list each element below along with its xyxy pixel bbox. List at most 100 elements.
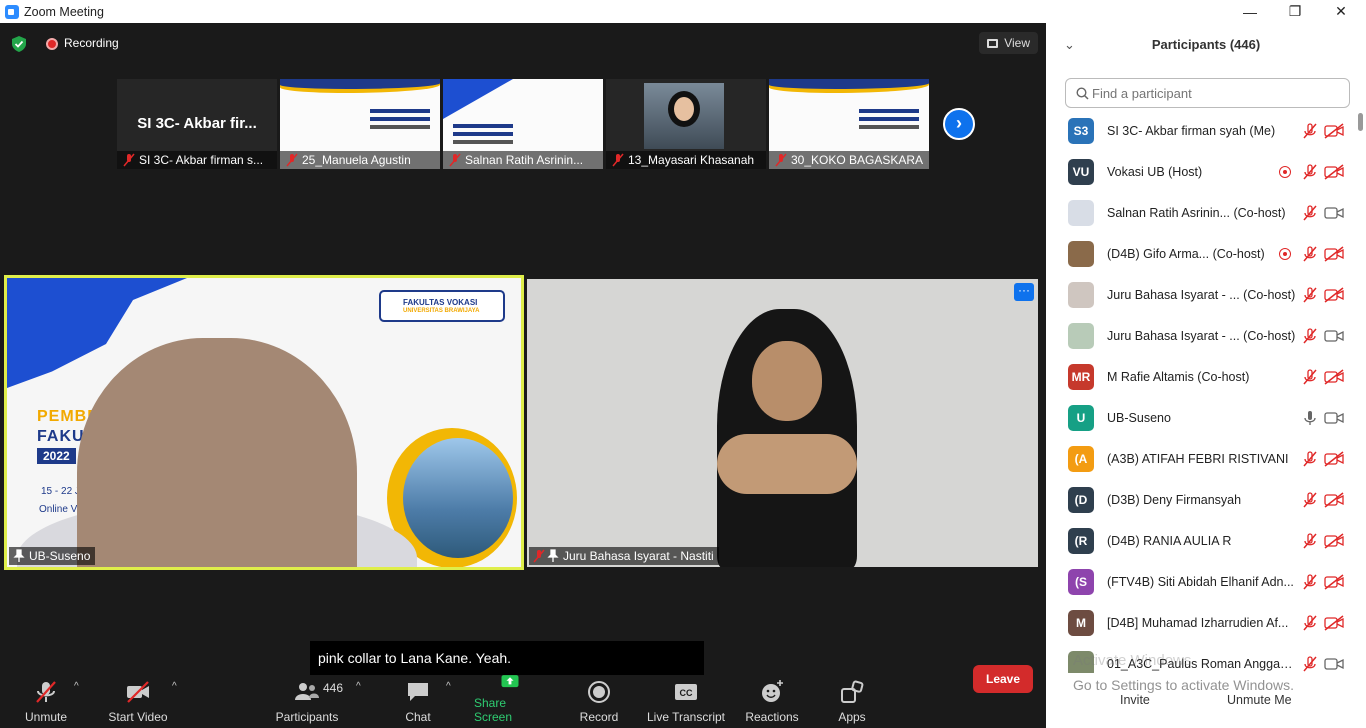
live-transcript-button[interactable]: CC Live Transcript	[646, 673, 726, 728]
next-page-arrow-icon[interactable]: ›	[943, 108, 975, 140]
mic-off-icon[interactable]	[1302, 451, 1318, 467]
thumbnail-tile[interactable]: 13_Mayasari Khasanah	[606, 79, 766, 169]
mic-off-icon[interactable]	[1302, 328, 1318, 344]
activate-windows-watermark: Activate Windows	[1073, 652, 1192, 669]
video-off-icon[interactable]	[1324, 287, 1344, 303]
shield-icon[interactable]	[12, 36, 26, 52]
mic-off-icon[interactable]	[1302, 492, 1318, 508]
leave-button[interactable]: Leave	[973, 665, 1033, 693]
video-off-icon[interactable]	[1324, 451, 1344, 467]
participant-row[interactable]: S3 SI 3C- Akbar firman syah (Me)	[1046, 111, 1356, 152]
scrollbar[interactable]	[1356, 111, 1364, 671]
video-off-icon[interactable]	[1324, 246, 1344, 262]
thumbnail-tile[interactable]: Salnan Ratih Asrinin...	[443, 79, 603, 169]
mic-off-icon[interactable]	[1302, 656, 1318, 672]
video-off-icon[interactable]	[1324, 123, 1344, 139]
participant-row[interactable]: M [D4B] Muhamad Izharrudien Af...	[1046, 603, 1356, 644]
start-video-label: Start Video	[108, 710, 168, 724]
participant-row[interactable]: Salnan Ratih Asrinin... (Co-host)	[1046, 193, 1356, 234]
chevron-up-icon[interactable]: ^	[74, 681, 79, 692]
speaker-head	[77, 338, 357, 567]
apps-label: Apps	[838, 710, 866, 724]
reactions-label: Reactions	[745, 710, 799, 724]
avatar: (A	[1068, 446, 1094, 472]
tile-name-text: UB-Suseno	[29, 549, 91, 563]
thumbnail-tile[interactable]: 30_KOKO BAGASKARA	[769, 79, 929, 169]
participant-search[interactable]	[1065, 78, 1350, 108]
mic-off-icon[interactable]	[1302, 369, 1318, 385]
mic-off-icon[interactable]	[1302, 123, 1318, 139]
thumbnail-tile[interactable]: 25_Manuela Agustin	[280, 79, 440, 169]
video-off-icon[interactable]	[1324, 533, 1344, 549]
invite-button[interactable]: Invite	[1120, 693, 1150, 707]
mic-off-icon[interactable]	[1302, 574, 1318, 590]
video-on-icon[interactable]	[1324, 328, 1344, 344]
mic-off-icon[interactable]	[1302, 164, 1318, 180]
minimize-button[interactable]: —	[1227, 0, 1273, 23]
participants-count: 446	[323, 681, 344, 695]
zoom-app-icon	[5, 4, 19, 19]
scrollbar-thumb[interactable]	[1358, 113, 1363, 131]
video-on-icon[interactable]	[1324, 205, 1344, 221]
participant-row[interactable]: MR M Rafie Altamis (Co-host)	[1046, 357, 1356, 398]
active-speaker-tile[interactable]: FAKULTAS VOKASI UNIVERSITAS BRAWIJAYA PE…	[4, 275, 524, 570]
video-on-icon[interactable]	[1324, 656, 1344, 672]
participant-name: Juru Bahasa Isyarat - ... (Co-host)	[1107, 288, 1296, 302]
unmute-button[interactable]: Unmute	[22, 673, 70, 728]
participant-video	[644, 83, 724, 149]
video-off-icon[interactable]	[1324, 369, 1344, 385]
participant-name: (FTV4B) Siti Abidah Elhanif Adn...	[1107, 575, 1294, 589]
apps-button[interactable]: Apps	[836, 673, 868, 728]
chevron-up-icon[interactable]: ^	[172, 681, 177, 692]
sharing-indicator-icon	[1279, 248, 1291, 260]
panel-title: Participants (446)	[1151, 37, 1261, 52]
maximize-button[interactable]: ❐	[1272, 0, 1318, 23]
mic-off-icon[interactable]	[1302, 246, 1318, 262]
close-button[interactable]: ✕	[1318, 0, 1364, 23]
video-off-icon[interactable]	[1324, 492, 1344, 508]
participant-row[interactable]: (R (D4B) RANIA AULIA R	[1046, 521, 1356, 562]
mic-off-icon[interactable]	[1302, 533, 1318, 549]
mic-off-icon	[612, 153, 624, 167]
view-button[interactable]: View	[979, 32, 1038, 54]
avatar	[1068, 323, 1094, 349]
search-input[interactable]	[1092, 83, 1342, 103]
video-off-icon[interactable]	[1324, 615, 1344, 631]
participant-row[interactable]: Juru Bahasa Isyarat - ... (Co-host)	[1046, 275, 1356, 316]
video-tile[interactable]: ··· Juru Bahasa Isyarat - Nastiti	[527, 279, 1038, 567]
tile-name-label: Juru Bahasa Isyarat - Nastiti	[529, 547, 719, 565]
participant-row[interactable]: VU Vokasi UB (Host)	[1046, 152, 1356, 193]
meeting-toolbar: Unmute ^ Start Video ^ Participants 446 …	[0, 673, 1046, 728]
participant-row[interactable]: (S (FTV4B) Siti Abidah Elhanif Adn...	[1046, 562, 1356, 603]
chat-button[interactable]: Chat	[403, 673, 433, 728]
chevron-up-icon[interactable]: ^	[356, 681, 361, 692]
unmute-me-button[interactable]: Unmute Me	[1227, 693, 1292, 707]
mic-off-icon[interactable]	[1302, 205, 1318, 221]
chevron-up-icon[interactable]: ^	[446, 681, 451, 692]
thumbnail-name: Salnan Ratih Asrinin...	[443, 151, 603, 169]
start-video-button[interactable]: Start Video	[108, 673, 168, 728]
share-screen-button[interactable]: Share Screen	[474, 673, 546, 728]
record-button[interactable]: Record	[579, 673, 619, 728]
video-off-icon[interactable]	[1324, 164, 1344, 180]
video-off-icon[interactable]	[1324, 574, 1344, 590]
participant-row[interactable]: U UB-Suseno	[1046, 398, 1356, 439]
participant-row[interactable]: (D (D3B) Deny Firmansyah	[1046, 480, 1356, 521]
mic-off-icon	[449, 153, 461, 167]
mic-off-icon[interactable]	[1302, 615, 1318, 631]
pin-icon	[13, 549, 25, 562]
logo-text: FAKULTAS VOKASI	[403, 298, 478, 307]
thumbnail-name: SI 3C- Akbar firman s...	[117, 151, 277, 169]
interpreter-hands	[717, 434, 857, 494]
participant-row[interactable]: Juru Bahasa Isyarat - ... (Co-host)	[1046, 316, 1356, 357]
tile-name-text: Juru Bahasa Isyarat - Nastiti	[563, 549, 714, 563]
video-on-icon[interactable]	[1324, 410, 1344, 426]
participant-row[interactable]: (A (A3B) ATIFAH FEBRI RISTIVANI	[1046, 439, 1356, 480]
participant-row[interactable]: (D4B) Gifo Arma... (Co-host)	[1046, 234, 1356, 275]
mic-off-icon[interactable]	[1302, 287, 1318, 303]
mic-on-icon[interactable]	[1302, 410, 1318, 426]
thumbnail-tile[interactable]: SI 3C- Akbar fir... SI 3C- Akbar firman …	[117, 79, 277, 169]
participant-name: [D4B] Muhamad Izharrudien Af...	[1107, 616, 1289, 630]
more-options-button[interactable]: ···	[1014, 283, 1034, 301]
reactions-button[interactable]: Reactions	[745, 673, 799, 728]
